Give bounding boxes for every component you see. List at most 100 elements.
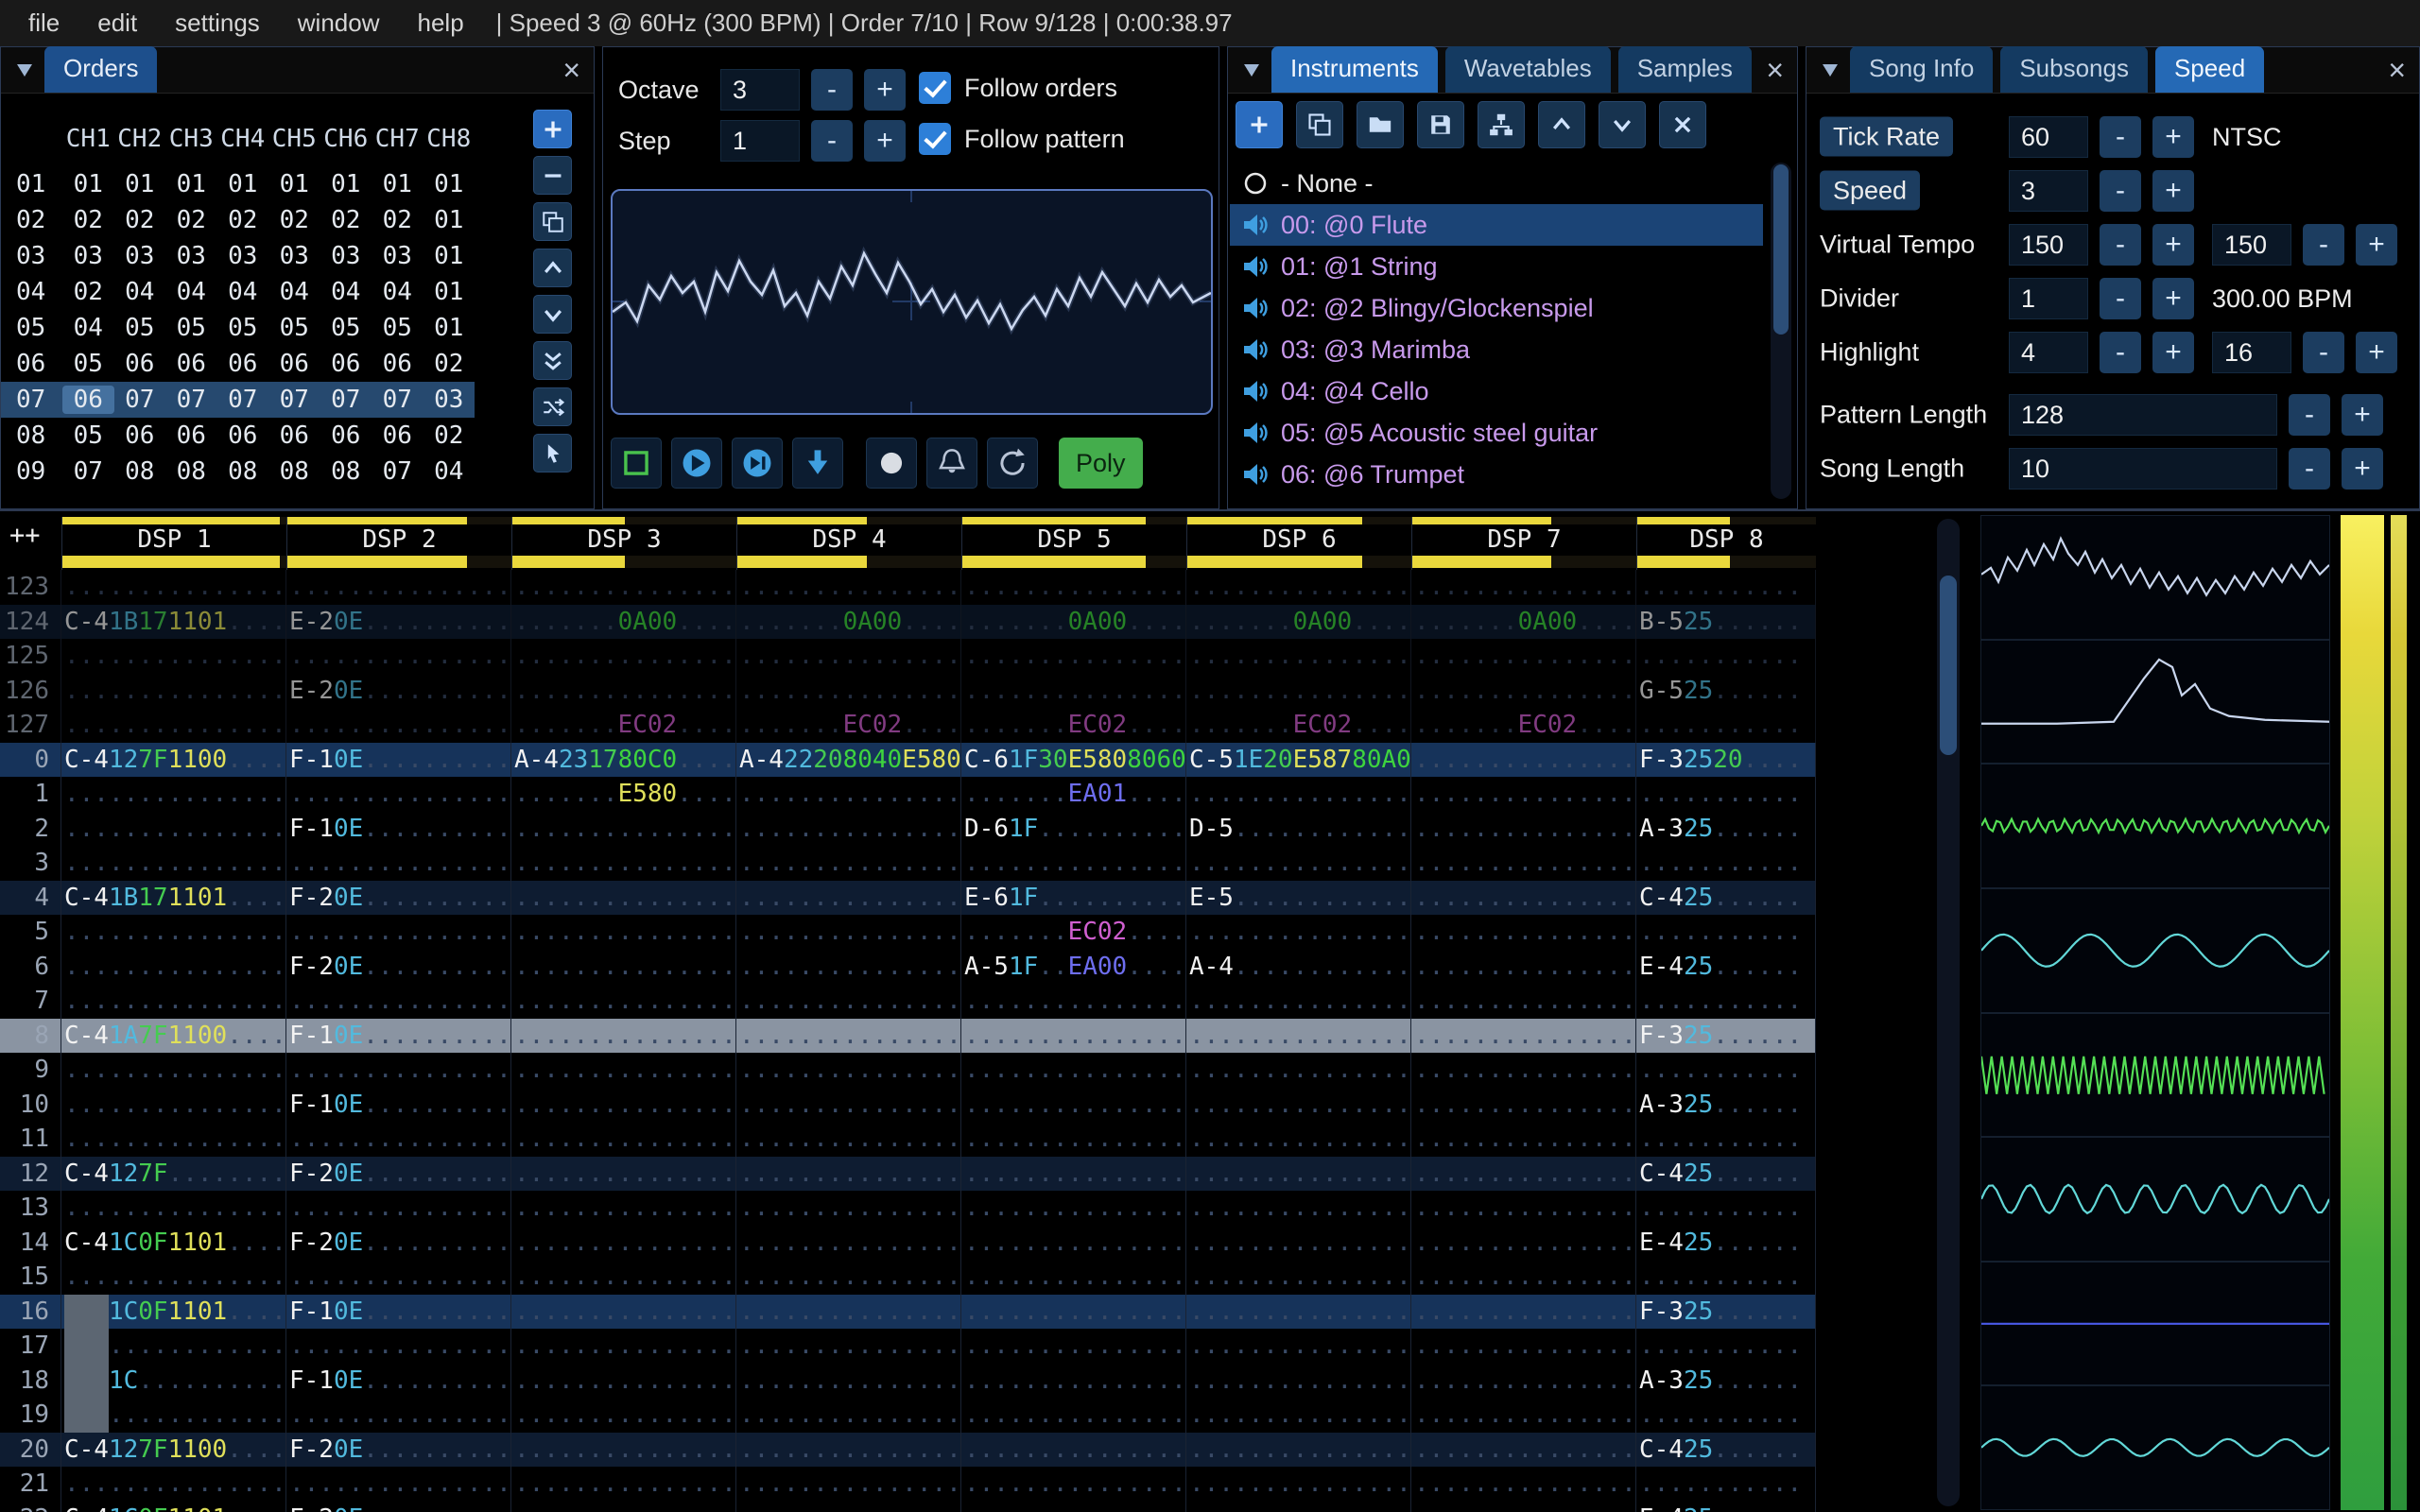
pattern-cell[interactable]: ............... [61, 1087, 286, 1122]
remove-button[interactable] [533, 156, 572, 195]
pattern-cell[interactable]: ............... [961, 1191, 1186, 1226]
orders-cell[interactable]: 04 [217, 278, 269, 306]
pattern-cell[interactable]: ............... [1186, 1225, 1411, 1260]
pattern-cell[interactable]: ............... [511, 880, 736, 915]
pattern-cell[interactable]: ............... [511, 1501, 736, 1512]
pattern-row[interactable]: 4 C-41B171101.... F-20E...................… [0, 880, 1816, 915]
pattern-cell[interactable]: .......0A00.... [1411, 604, 1636, 639]
pattern-cell[interactable]: ............... [736, 1087, 961, 1122]
window-menu-icon[interactable] [1818, 58, 1842, 82]
pattern-cell[interactable]: D-61F.......... [961, 811, 1186, 846]
pattern-cell[interactable]: .......EC02.... [1411, 708, 1636, 743]
pattern-cell[interactable]: ............... [736, 1122, 961, 1157]
speed-button[interactable]: Speed [1820, 170, 1921, 211]
instrument-item[interactable]: 04: @4 Cello [1230, 370, 1763, 412]
pattern-cell[interactable]: ............... [1186, 777, 1411, 812]
pattern-cell[interactable]: ............... [511, 949, 736, 984]
pattern-cell[interactable]: F-10E.......... [286, 1018, 511, 1053]
pattern-cell[interactable]: A-4............ [1186, 949, 1411, 984]
instrument-list-scrollbar[interactable] [1771, 163, 1791, 499]
pattern-cell[interactable]: ............... [1411, 570, 1636, 605]
pattern-cell[interactable]: ............... [61, 1122, 286, 1157]
pattern-cell[interactable]: ............... [1411, 1398, 1636, 1433]
pattern-cell[interactable]: F-20E.......... [286, 949, 511, 984]
pattern-cell[interactable]: ............... [1186, 1191, 1411, 1226]
speed-plus-button[interactable]: + [2152, 170, 2194, 212]
channel-header[interactable]: DSP 7 [1411, 517, 1636, 570]
pattern-cell[interactable]: ............... [1186, 1260, 1411, 1295]
pattern-cell[interactable]: ............... [511, 811, 736, 846]
pattern-cell[interactable]: ............... [61, 639, 286, 674]
orders-cell[interactable]: 03 [165, 242, 217, 270]
highlight-second-minus-button[interactable]: - [2303, 332, 2344, 373]
clone-button[interactable] [1296, 101, 1343, 148]
pattern-row[interactable]: 127.....................................… [0, 708, 1816, 743]
orders-cell[interactable]: 05 [165, 314, 217, 342]
menu-help[interactable]: help [399, 0, 483, 46]
pattern-row[interactable]: 18C-41C..........F-10E..................… [0, 1363, 1816, 1398]
channel-header[interactable]: DSP 6 [1186, 517, 1411, 570]
pattern-row[interactable]: 125.....................................… [0, 639, 1816, 674]
orders-cell[interactable]: 07 [114, 386, 166, 414]
pattern-cell[interactable]: E-425...... [1636, 1501, 1816, 1512]
pattern-cell[interactable]: ............... [511, 1467, 736, 1502]
pattern-cell[interactable]: ........... [1636, 570, 1816, 605]
pattern-cell[interactable]: B-525...... [1636, 604, 1816, 639]
pattern-cell[interactable]: ............... [1411, 777, 1636, 812]
orders-cell[interactable]: 04 [114, 278, 166, 306]
orders-cell[interactable]: 04 [372, 278, 424, 306]
pattern-cell[interactable]: .......EA01.... [961, 777, 1186, 812]
pattern-cell[interactable]: ............... [1411, 1122, 1636, 1157]
tick-rate-minus-button[interactable]: - [2100, 116, 2141, 158]
step-row-button[interactable] [792, 438, 843, 489]
pattern-cell[interactable]: ............... [1411, 1467, 1636, 1502]
close-icon[interactable]: × [562, 55, 580, 85]
scrollbar-thumb[interactable] [1773, 164, 1789, 335]
pattern-cell[interactable]: ............... [286, 1053, 511, 1088]
pattern-cell[interactable]: ............... [961, 1398, 1186, 1433]
pattern-cell[interactable]: ............... [1411, 1432, 1636, 1467]
pattern-cell[interactable]: ............... [1186, 1087, 1411, 1122]
pattern-row[interactable]: 13......................................… [0, 1191, 1816, 1226]
pattern-cell[interactable]: ........... [1636, 1467, 1816, 1502]
pattern-cell[interactable]: ............... [736, 1053, 961, 1088]
pattern-cell[interactable]: ............... [736, 1501, 961, 1512]
orders-cell[interactable]: 04 [424, 457, 475, 486]
pattern-cell[interactable]: .......EC02.... [736, 708, 961, 743]
pattern-cell[interactable]: ............... [1186, 1398, 1411, 1433]
tick-rate-input[interactable]: 60 [2009, 116, 2088, 158]
virtual-tempo-denominator-plus-button[interactable]: + [2356, 224, 2397, 266]
orders-cell[interactable]: 03 [114, 242, 166, 270]
orders-cell[interactable]: 06 [62, 386, 114, 414]
pattern-cell[interactable]: ............... [736, 1329, 961, 1364]
delete-button[interactable] [1659, 101, 1706, 148]
open-button[interactable] [1357, 101, 1404, 148]
expand-columns-button[interactable]: ++ [9, 521, 41, 550]
pattern-cell[interactable]: C-41C0F1101.... [61, 1225, 286, 1260]
pattern-cell[interactable]: .......0A00.... [961, 604, 1186, 639]
pattern-cell[interactable]: ............... [1186, 1363, 1411, 1398]
pattern-cell[interactable]: F-32520.... [1636, 742, 1816, 777]
tab-subsongs[interactable]: Subsongs [2000, 46, 2148, 93]
orders-cell[interactable]: 03 [424, 386, 475, 414]
pattern-cell[interactable]: ........... [1636, 846, 1816, 881]
pattern-cell[interactable]: ............... [736, 1156, 961, 1191]
orders-cell[interactable]: 04 [268, 278, 320, 306]
orders-row[interactable]: 07 06 07 07 07 07 07 07 03 [1, 382, 475, 418]
channel-header[interactable]: DSP 3 [511, 517, 736, 570]
pattern-cell[interactable]: ............... [961, 570, 1186, 605]
orders-cell[interactable]: 01 [372, 170, 424, 198]
pattern-cell[interactable]: ............... [286, 915, 511, 950]
pattern-cell[interactable]: ............... [961, 1087, 1186, 1122]
pattern-cell[interactable]: ............... [61, 1467, 286, 1502]
pattern-cell[interactable]: ............... [961, 984, 1186, 1019]
pattern-cell[interactable]: .......E580.... [511, 777, 736, 812]
pattern-cell[interactable]: ............... [736, 1363, 961, 1398]
pattern-cell[interactable]: C-41B171101.... [61, 880, 286, 915]
pattern-cell[interactable]: ............... [1411, 1501, 1636, 1512]
pattern-cell[interactable]: C-425...... [1636, 880, 1816, 915]
orders-cell[interactable]: 01 [424, 314, 475, 342]
divider-minus-button[interactable]: - [2100, 278, 2141, 319]
orders-row[interactable]: 05 04 05 05 05 05 05 05 01 [1, 310, 475, 346]
pattern-cell[interactable]: ............... [511, 1260, 736, 1295]
